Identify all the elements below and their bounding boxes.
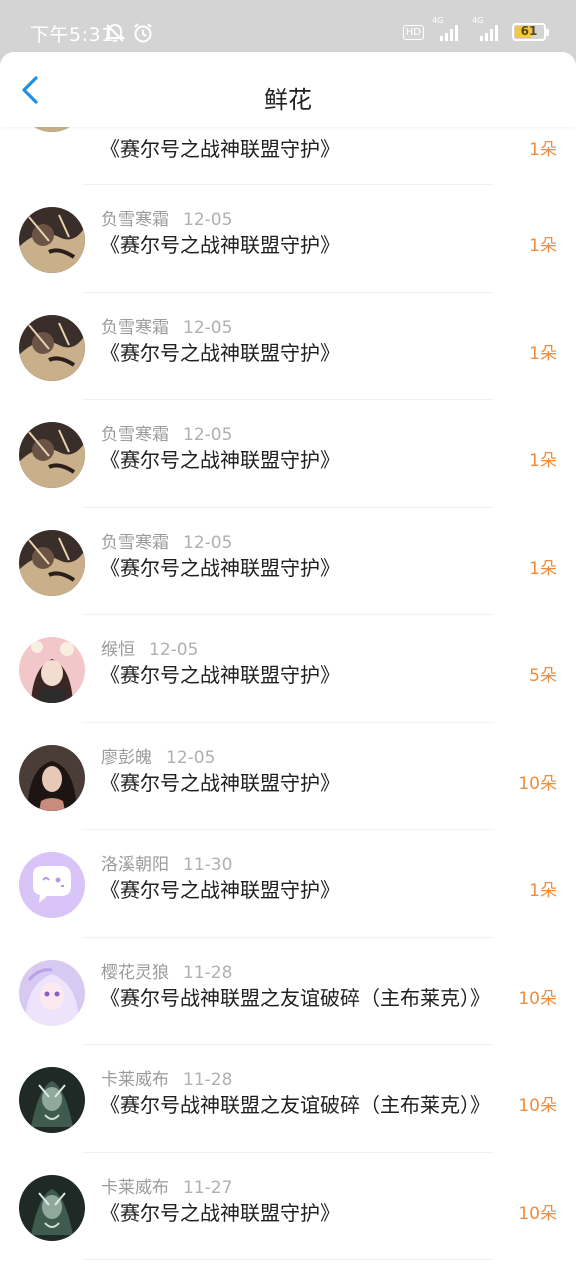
list-item[interactable]: 负雪寒霜 12-05 《赛尔号之战神联盟守护》 1朵 bbox=[0, 185, 576, 293]
book-title: 《赛尔号战神联盟之友谊破碎（主布莱克）》 bbox=[100, 985, 490, 1010]
flower-count: 1朵 bbox=[529, 558, 557, 579]
flower-count: 1朵 bbox=[529, 343, 557, 364]
avatar[interactable] bbox=[19, 1067, 85, 1133]
book-title: 《赛尔号战神联盟之友谊破碎（主布莱克）》 bbox=[100, 1093, 490, 1117]
book-title: 《赛尔号之战神联盟守护》 bbox=[100, 448, 340, 472]
user-name: 洛溪朝阳 bbox=[101, 855, 169, 875]
hd-badge: HD bbox=[402, 24, 424, 40]
avatar[interactable] bbox=[19, 207, 85, 273]
status-time: 下午5:31 bbox=[30, 24, 114, 46]
gift-date: 12-05 bbox=[183, 532, 233, 553]
item-meta: 洛溪朝阳 11-30 bbox=[101, 850, 232, 875]
item-meta: 卡莱威布 11-27 bbox=[101, 1173, 232, 1198]
item-meta: 卡莱威布 11-28 bbox=[101, 1065, 232, 1090]
avatar[interactable] bbox=[19, 959, 85, 1026]
flower-gift-list: 《赛尔号之战神联盟守护》 1朵 负雪寒霜 12-05 《赛尔号之战神联盟守护》 1朵 负雪寒… bbox=[0, 66, 576, 1260]
avatar[interactable] bbox=[19, 1174, 85, 1241]
book-title: 《赛尔号之战神联盟守护》 bbox=[100, 770, 340, 795]
network-label: 4G bbox=[432, 16, 444, 25]
gift-date: 11-27 bbox=[183, 1177, 233, 1198]
list-item[interactable]: 洛溪朝阳 11-30 《赛尔号之战神联盟守护》 1朵 bbox=[0, 830, 576, 938]
list-item[interactable]: 负雪寒霜 12-05 《赛尔号之战神联盟守护》 1朵 bbox=[0, 293, 576, 400]
alarm-icon bbox=[132, 22, 154, 48]
user-name: 卡莱威布 bbox=[101, 1177, 169, 1198]
gift-date: 12-05 bbox=[183, 425, 233, 445]
gift-date: 11-28 bbox=[183, 962, 233, 983]
network-label-2: 4G bbox=[472, 16, 484, 25]
flower-count: 10朵 bbox=[518, 1203, 557, 1224]
flower-count: 1朵 bbox=[529, 236, 557, 256]
book-title: 《赛尔号之战神联盟守护》 bbox=[100, 1200, 340, 1225]
book-title: 《赛尔号之战神联盟守护》 bbox=[100, 555, 340, 580]
battery-percent: 61 bbox=[520, 24, 538, 38]
flower-count: 10朵 bbox=[518, 988, 557, 1009]
item-meta: 缑恒 12-05 bbox=[101, 635, 198, 660]
book-title: 《赛尔号之战神联盟守护》 bbox=[100, 233, 340, 257]
signal-icon-2: 4G bbox=[472, 16, 504, 42]
book-title: 《赛尔号之战神联盟守护》 bbox=[100, 878, 340, 902]
user-name: 缑恒 bbox=[101, 640, 135, 660]
user-name: 负雪寒霜 bbox=[101, 425, 169, 445]
flower-count: 1朵 bbox=[529, 451, 557, 471]
item-meta: 负雪寒霜 12-05 bbox=[101, 528, 232, 553]
book-title: 《赛尔号之战神联盟守护》 bbox=[100, 340, 340, 365]
item-meta: 廖彭魄 12-05 bbox=[101, 743, 215, 768]
user-name: 卡莱威布 bbox=[101, 1070, 169, 1090]
signal-icon: 4G bbox=[432, 16, 464, 42]
avatar[interactable] bbox=[19, 852, 85, 918]
avatar[interactable] bbox=[19, 529, 85, 596]
item-meta: 樱花灵狼 11-28 bbox=[101, 958, 232, 983]
user-name: 负雪寒霜 bbox=[101, 317, 169, 338]
item-meta: 负雪寒霜 12-05 bbox=[101, 420, 232, 445]
book-title: 《赛尔号之战神联盟守护》 bbox=[100, 663, 340, 687]
list-item[interactable]: 缑恒 12-05 《赛尔号之战神联盟守护》 5朵 bbox=[0, 615, 576, 723]
list-item[interactable]: 卡莱威布 11-27 《赛尔号之战神联盟守护》 10朵 bbox=[0, 1153, 576, 1260]
mute-notification-icon bbox=[104, 22, 126, 48]
book-title: 《赛尔号之战神联盟守护》 bbox=[100, 137, 340, 161]
page-title: 鲜花 bbox=[264, 86, 312, 114]
gift-date: 11-28 bbox=[183, 1070, 233, 1090]
flower-count: 1朵 bbox=[529, 881, 557, 901]
list-item[interactable]: 樱花灵狼 11-28 《赛尔号战神联盟之友谊破碎（主布莱克）》 10朵 bbox=[0, 938, 576, 1045]
flower-count: 5朵 bbox=[529, 666, 557, 686]
avatar[interactable] bbox=[19, 637, 85, 703]
gift-date: 11-30 bbox=[183, 855, 233, 875]
flower-count: 1朵 bbox=[529, 140, 557, 160]
gift-date: 12-05 bbox=[149, 640, 199, 660]
user-name: 廖彭魄 bbox=[101, 747, 152, 768]
top-app-bar: 鲜花 bbox=[0, 52, 576, 127]
status-right-group: HD 4G 4G 61 bbox=[402, 16, 549, 42]
list-item[interactable]: 负雪寒霜 12-05 《赛尔号之战神联盟守护》 1朵 bbox=[0, 400, 576, 508]
user-name: 负雪寒霜 bbox=[101, 532, 169, 553]
avatar[interactable] bbox=[19, 422, 85, 488]
battery-icon: 61 bbox=[512, 23, 549, 41]
user-name: 樱花灵狼 bbox=[101, 962, 169, 983]
divider bbox=[82, 1259, 494, 1260]
avatar[interactable] bbox=[19, 744, 85, 811]
list-item[interactable]: 廖彭魄 12-05 《赛尔号之战神联盟守护》 10朵 bbox=[0, 723, 576, 830]
flower-count: 10朵 bbox=[518, 1096, 557, 1116]
list-item[interactable]: 卡莱威布 11-28 《赛尔号战神联盟之友谊破碎（主布莱克）》 10朵 bbox=[0, 1045, 576, 1153]
user-name: 负雪寒霜 bbox=[101, 210, 169, 230]
list-item[interactable]: 负雪寒霜 12-05 《赛尔号之战神联盟守护》 1朵 bbox=[0, 508, 576, 615]
item-meta: 负雪寒霜 12-05 bbox=[101, 205, 232, 230]
flower-count: 10朵 bbox=[518, 773, 557, 794]
avatar[interactable] bbox=[19, 314, 85, 381]
gift-date: 12-05 bbox=[183, 317, 233, 338]
gift-date: 12-05 bbox=[183, 210, 233, 230]
gift-date: 12-05 bbox=[166, 747, 216, 768]
item-meta: 负雪寒霜 12-05 bbox=[101, 313, 232, 338]
